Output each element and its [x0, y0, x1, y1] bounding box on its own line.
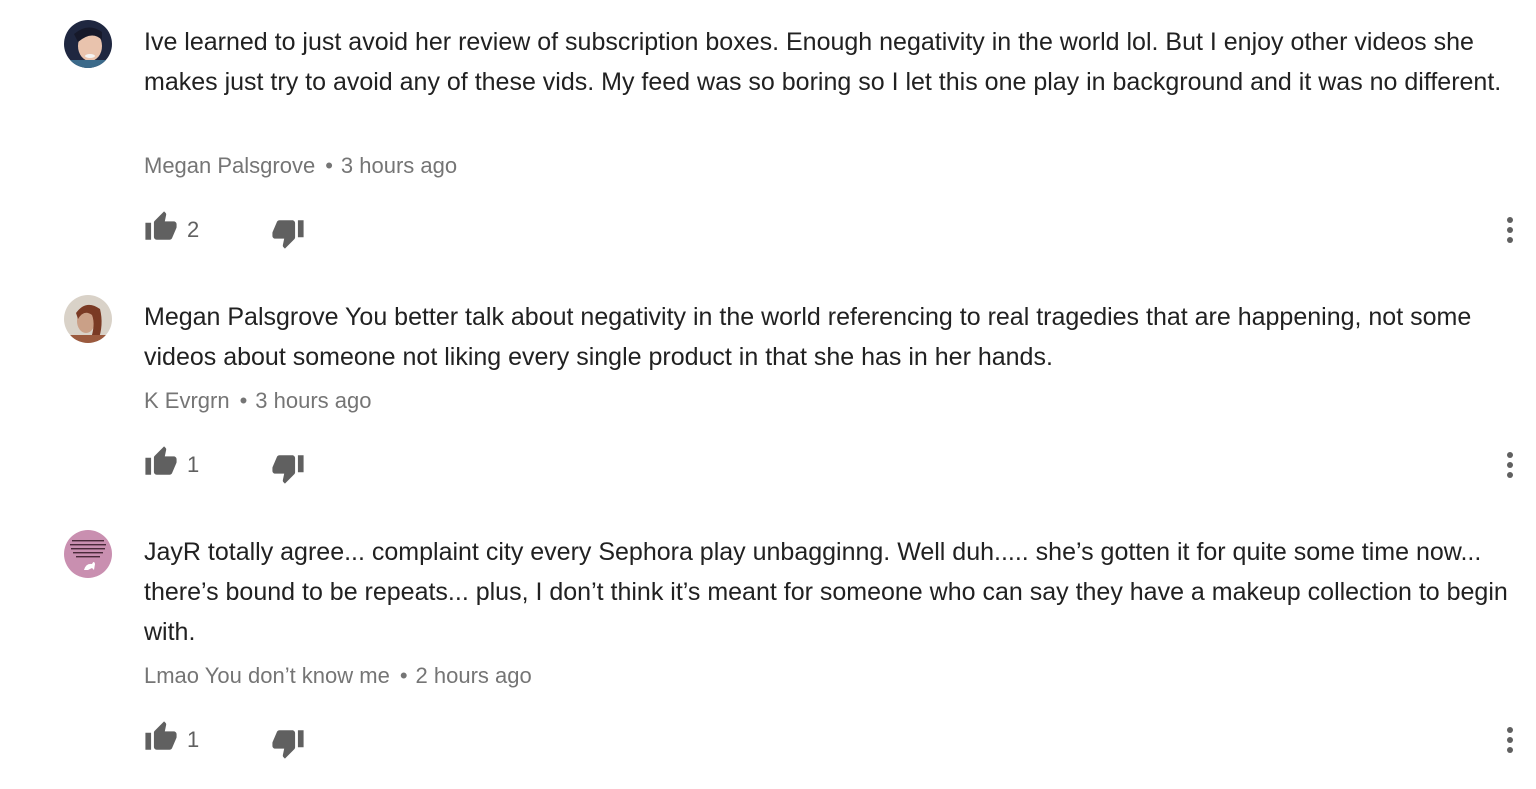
comment-meta: Megan Palsgrove • 3 hours ago [144, 152, 457, 180]
separator-dot: • [399, 663, 408, 688]
comment-author[interactable]: Megan Palsgrove [144, 153, 315, 178]
thumbs-up-icon[interactable] [144, 445, 178, 479]
thumbs-down-icon[interactable] [271, 451, 305, 485]
comment-author[interactable]: K Evrgrn [144, 388, 230, 413]
vertical-dots-icon[interactable] [1504, 214, 1516, 246]
like-count: 1 [187, 452, 200, 477]
comment-meta: Lmao You don’t know me • 2 hours ago [144, 662, 532, 690]
separator-dot: • [239, 388, 248, 413]
comment-time[interactable]: 3 hours ago [341, 153, 457, 178]
comment-actions: 2 [144, 210, 1516, 250]
thumbs-up-icon[interactable] [144, 210, 178, 244]
separator-dot: • [325, 153, 333, 178]
avatar[interactable] [64, 295, 112, 343]
comment-time[interactable]: 3 hours ago [255, 388, 371, 413]
vertical-dots-icon[interactable] [1504, 449, 1516, 481]
comment-author[interactable]: Lmao You don’t know me [144, 663, 390, 688]
comment-actions: 1 [144, 445, 1516, 485]
thumbs-down-icon[interactable] [271, 726, 305, 760]
avatar[interactable] [64, 530, 112, 578]
comment-actions: 1 [144, 720, 1516, 760]
comment-text: Ive learned to just avoid her review of … [144, 28, 1502, 96]
thumbs-down-icon[interactable] [271, 216, 305, 250]
like-count: 1 [187, 727, 200, 752]
comment-text: Megan Palsgrove You better talk about ne… [144, 303, 1472, 371]
avatar[interactable] [64, 20, 112, 68]
like-count: 2 [187, 217, 200, 242]
comment-text: JayR totally agree... complaint city eve… [144, 538, 1508, 646]
vertical-dots-icon[interactable] [1504, 724, 1516, 756]
thumbs-up-icon[interactable] [144, 720, 178, 754]
comment-meta: K Evrgrn • 3 hours ago [144, 387, 372, 415]
comment-time[interactable]: 2 hours ago [416, 663, 532, 688]
